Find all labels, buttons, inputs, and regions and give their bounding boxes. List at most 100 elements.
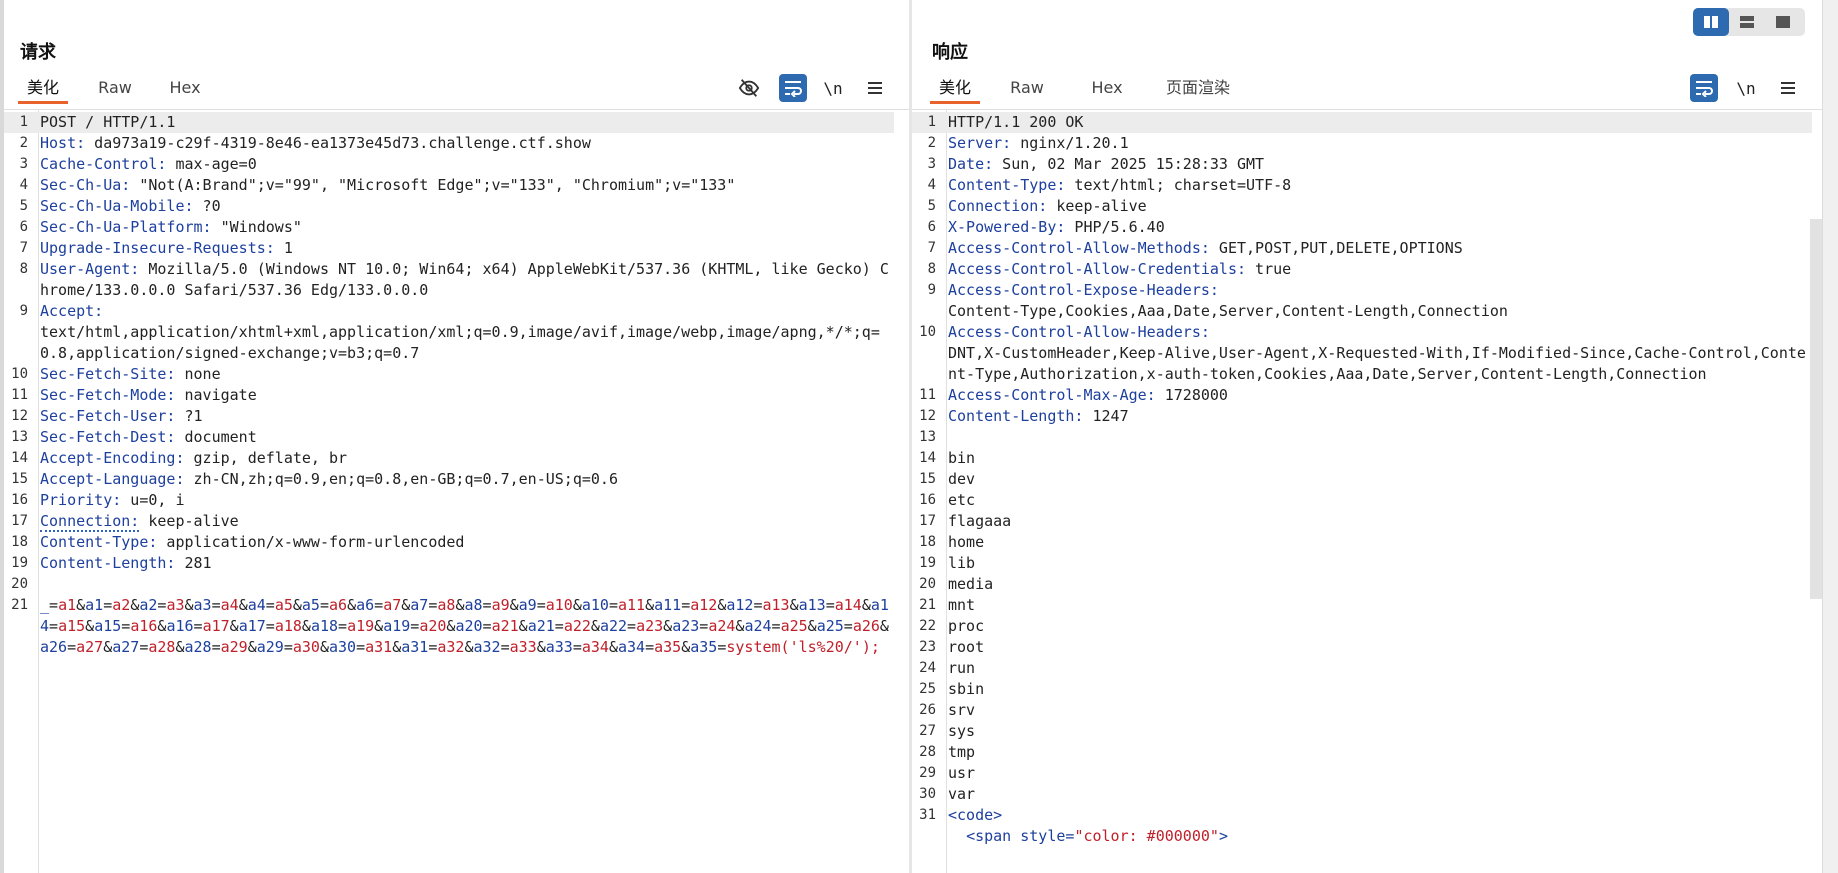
header-name: Sec-Ch-Ua-Mobile: — [40, 197, 194, 215]
tab-raw[interactable]: Raw — [90, 74, 140, 104]
response-code[interactable]: 1 HTTP/1.1 200 OK 2 Server: nginx/1.20.1 3 Da… — [912, 112, 1812, 847]
menu-icon[interactable] — [1774, 74, 1802, 102]
body-sep: & — [392, 638, 402, 656]
param-value: a4 — [220, 596, 239, 614]
eye-slash-icon[interactable] — [735, 74, 763, 102]
param-name: a17 — [238, 617, 266, 635]
line-text: Access-Control-Allow-Headers: DNT,X-Cust… — [942, 322, 1812, 385]
header-value: Sun, 02 Mar 2025 15:28:33 GMT — [993, 155, 1265, 173]
param-value: a28 — [148, 638, 176, 656]
line-number: 22 — [919, 618, 936, 634]
code-line: 18 Content-Type: application/x-www-form-u… — [4, 532, 894, 553]
code-line: 5 Sec-Ch-Ua-Mobile: ?0 — [4, 196, 894, 217]
param-value: a16 — [130, 617, 158, 635]
layout-stacked-icon[interactable] — [1729, 8, 1765, 36]
layout-single-icon[interactable] — [1765, 8, 1801, 36]
line-number: 6 — [19, 219, 28, 235]
line-text: home — [948, 533, 985, 551]
body-sep: & — [572, 596, 582, 614]
code-line: 31 <code> — [912, 805, 1812, 826]
line-number: 20 — [11, 576, 28, 592]
param-value: a35 — [654, 638, 682, 656]
param-name: a34 — [618, 638, 646, 656]
vertical-scrollbar[interactable] — [1810, 219, 1822, 599]
wrap-lines-icon[interactable] — [1690, 74, 1718, 102]
header-name: Accept-Encoding: — [40, 449, 185, 467]
newline-icon[interactable]: \n — [819, 74, 847, 102]
response-title: 响应 — [932, 42, 968, 63]
html-attr: style= — [1011, 827, 1075, 845]
param-value: a1 — [58, 596, 77, 614]
line-text: Accept-Encoding: gzip, deflate, br — [34, 448, 347, 469]
header-name: User-Agent: — [40, 260, 140, 278]
header-name: Server: — [948, 134, 1012, 152]
body-sep: = — [410, 617, 420, 635]
code-line: 10 Sec-Fetch-Site: none — [4, 364, 894, 385]
body-sep: = — [645, 638, 655, 656]
tab-render[interactable]: 页面渲染 — [1158, 74, 1238, 104]
param-name: a7 — [410, 596, 429, 614]
response-editor[interactable]: 1 HTTP/1.1 200 OK 2 Server: nginx/1.20.1 3 Da… — [912, 109, 1822, 873]
param-value: a20 — [419, 617, 447, 635]
body-sep: = — [121, 617, 131, 635]
header-name: Priority: — [40, 491, 122, 509]
tab-pretty[interactable]: 美化 — [930, 74, 980, 104]
body-sep: = — [374, 596, 384, 614]
code-line: 18 home — [912, 532, 1812, 553]
line-number: 14 — [11, 450, 28, 466]
header-name: Access-Control-Expose-Headers: — [948, 281, 1219, 299]
line-text: Accept-Language: zh-CN,zh;q=0.9,en;q=0.8… — [34, 469, 618, 490]
line-number: 17 — [919, 513, 936, 529]
param-name: a22 — [599, 617, 628, 635]
param-name: a6 — [356, 596, 375, 614]
line-number: 13 — [919, 429, 936, 445]
menu-icon[interactable] — [861, 74, 889, 102]
param-value: a22 — [563, 617, 591, 635]
param-name: a12 — [726, 596, 754, 614]
header-value: DNT,X-CustomHeader,Keep-Alive,User-Agent… — [948, 344, 1806, 383]
header-value: none — [175, 365, 221, 383]
code-line: 19 lib — [912, 553, 1812, 574]
body-sep: & — [401, 596, 411, 614]
code-line: 1 HTTP/1.1 200 OK — [912, 112, 1812, 133]
code-line: 2 Host: da973a19-c29f-4319-8e46-ea1373e45… — [4, 133, 894, 154]
line-number: 20 — [919, 576, 936, 592]
header-value: ?1 — [175, 407, 203, 425]
body-sep: = — [627, 617, 637, 635]
request-editor[interactable]: 1 POST / HTTP/1.1 2 Host: da973a19-c29f-431… — [4, 109, 910, 873]
param-name: a31 — [401, 638, 429, 656]
body-sep: = — [681, 596, 691, 614]
wrap-lines-icon[interactable] — [779, 74, 807, 102]
param-value: a8 — [437, 596, 456, 614]
tab-hex[interactable]: Hex — [160, 74, 210, 104]
param-value: a15 — [58, 617, 86, 635]
code-line: 28 tmp — [912, 742, 1812, 763]
code-line: 23 root — [912, 637, 1812, 658]
html-attr-value: "color: #000000" — [1074, 827, 1219, 845]
param-value: a30 — [292, 638, 320, 656]
tab-raw[interactable]: Raw — [1002, 74, 1052, 104]
body-sep: = — [49, 617, 59, 635]
newline-icon[interactable]: \n — [1732, 74, 1760, 102]
body-sep: = — [554, 617, 564, 635]
line-number: 15 — [919, 471, 936, 487]
body-sep: = — [338, 617, 348, 635]
tab-pretty[interactable]: 美化 — [18, 74, 68, 104]
request-code[interactable]: 1 POST / HTTP/1.1 2 Host: da973a19-c29f-431… — [4, 112, 894, 658]
line-text: Host: da973a19-c29f-4319-8e46-ea1373e45d… — [34, 133, 591, 154]
layout-side-by-side-icon[interactable] — [1693, 8, 1729, 36]
line-text: media — [948, 575, 994, 593]
code-line: 12 Content-Length: 1247 — [912, 406, 1812, 427]
tab-hex[interactable]: Hex — [1082, 74, 1132, 104]
code-line: 20 media — [912, 574, 1812, 595]
line-text: <code> — [942, 805, 1002, 826]
body-sep: & — [229, 617, 239, 635]
line-text: Sec-Ch-Ua-Mobile: ?0 — [34, 196, 221, 217]
header-name: Sec-Ch-Ua-Platform: — [40, 218, 212, 236]
line-text: proc — [948, 617, 985, 635]
header-value: 1728000 — [1155, 386, 1228, 404]
header-value: text/html; charset=UTF-8 — [1065, 176, 1292, 194]
line-number: 14 — [919, 450, 936, 466]
code-line: 24 run — [912, 658, 1812, 679]
body-sep: & — [247, 638, 257, 656]
